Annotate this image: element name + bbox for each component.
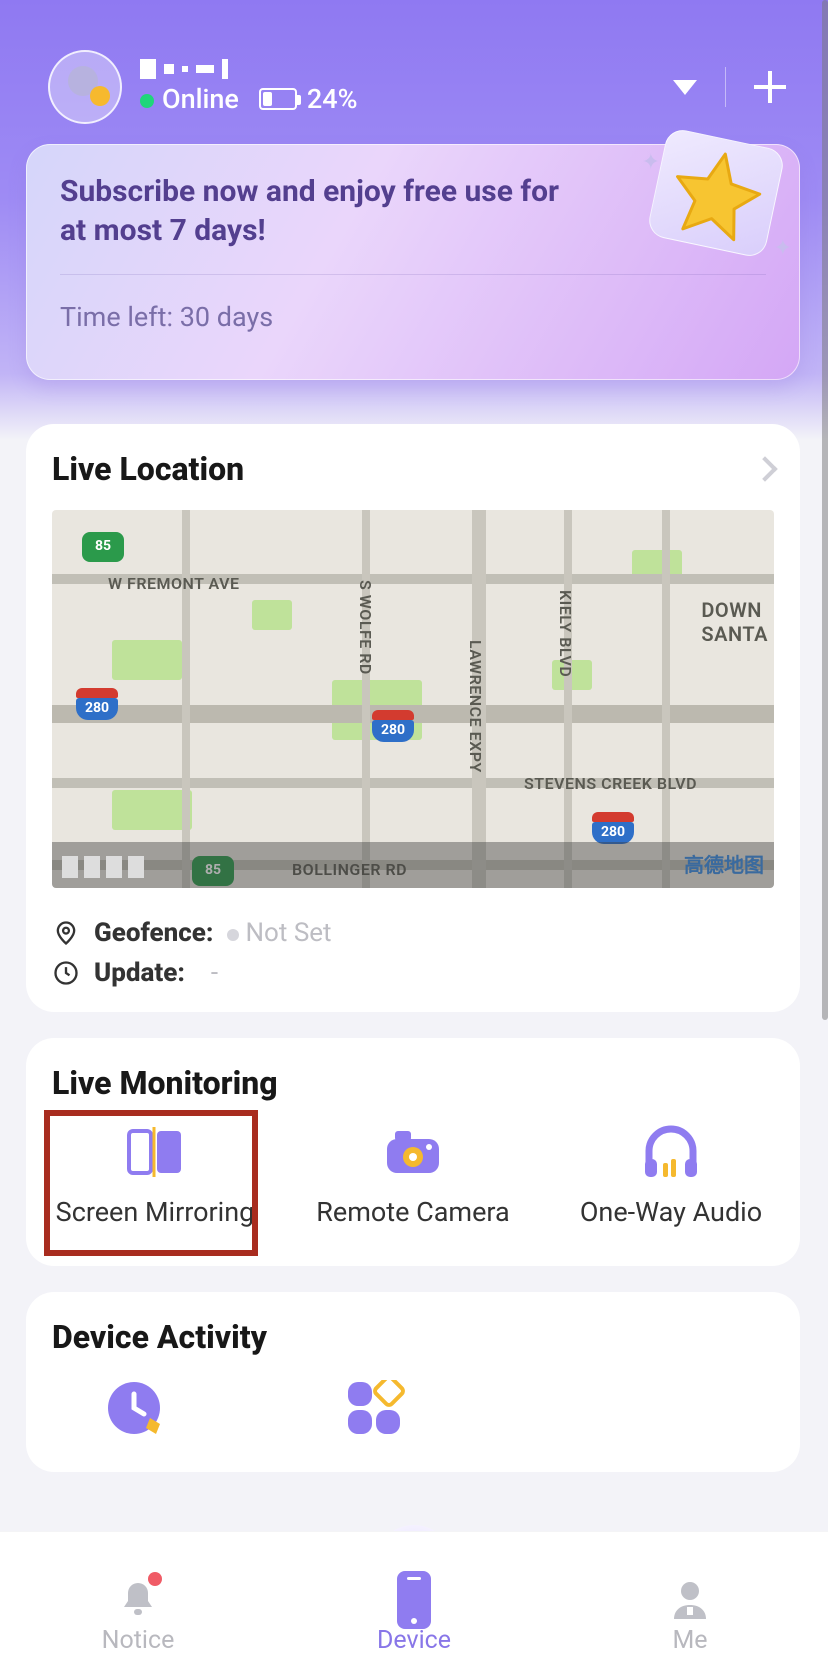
update-row: Update: - <box>52 958 774 988</box>
camera-icon <box>285 1122 540 1182</box>
device-activity-card: Device Activity <box>26 1292 800 1472</box>
status-dot-icon <box>140 94 154 108</box>
battery-status: 24% <box>259 83 358 115</box>
tab-me[interactable]: Me <box>590 1574 790 1655</box>
divider <box>725 67 726 107</box>
top-bar: Online 24% <box>48 50 786 124</box>
app-activity-button[interactable] <box>346 1380 406 1440</box>
screen-time-button[interactable] <box>106 1380 166 1440</box>
star-badge-icon <box>646 127 786 260</box>
device-activity-title: Device Activity <box>26 1318 800 1356</box>
battery-icon <box>259 88 297 110</box>
screen-mirroring-button[interactable]: Screen Mirroring <box>27 1122 282 1228</box>
promo-time-left: Time left: 30 days <box>60 301 766 333</box>
clock-icon <box>52 959 80 987</box>
sparkle-icon: ✦ <box>774 236 792 261</box>
remote-camera-button[interactable]: Remote Camera <box>285 1122 540 1228</box>
route-shield-icon: 280 <box>592 812 634 842</box>
chevron-right-icon[interactable] <box>752 456 777 481</box>
subscription-promo-card[interactable]: Subscribe now and enjoy free use for at … <box>26 144 800 380</box>
route-shield-icon: 280 <box>372 710 414 740</box>
tab-notice[interactable]: Notice <box>38 1574 238 1655</box>
notification-badge <box>148 1572 162 1586</box>
bottom-tab-bar: Notice Device Me <box>0 1531 828 1671</box>
geofence-pin-icon <box>52 919 80 947</box>
map-street-label: W FREMONT AVE <box>108 574 240 593</box>
online-status: Online <box>140 83 239 115</box>
device-selector-dropdown-icon[interactable] <box>673 80 697 95</box>
route-shield-icon: 85 <box>82 532 124 562</box>
scrollbar[interactable] <box>822 0 828 1020</box>
map-street-label: STEVENS CREEK BLVD <box>524 774 697 793</box>
profile-avatar[interactable] <box>48 50 122 124</box>
tab-device[interactable]: Device <box>314 1574 514 1655</box>
map-street-label: S WOLFE RD <box>356 580 375 675</box>
geofence-row[interactable]: Geofence: Not Set <box>52 918 774 948</box>
device-name <box>140 59 357 79</box>
live-monitoring-title: Live Monitoring <box>26 1064 800 1102</box>
apps-grid-icon <box>346 1380 406 1434</box>
person-icon <box>671 1579 709 1621</box>
screen-mirroring-icon <box>27 1122 282 1182</box>
route-shield-icon: 280 <box>76 688 118 718</box>
map-provider-logo: 高德地图 <box>684 849 764 878</box>
head�hones-icon <box>543 1122 798 1182</box>
map-attribution-pixelated <box>62 856 144 878</box>
map-street-label: LAWRENCE EXPY <box>466 640 485 773</box>
live-location-card: Live Location W FREMONT AVE S WOLFE RD L… <box>26 424 800 1012</box>
sparkle-icon: ✦ <box>642 150 660 175</box>
add-device-icon[interactable] <box>754 71 786 103</box>
live-location-title: Live Location <box>52 450 244 488</box>
promo-title: Subscribe now and enjoy free use for at … <box>60 172 580 250</box>
screen-time-icon <box>106 1380 166 1436</box>
map-view[interactable]: W FREMONT AVE S WOLFE RD LAWRENCE EXPY K… <box>52 510 774 888</box>
map-footer-overlay <box>52 842 774 888</box>
map-city-label: DOWN SANTA <box>701 598 768 646</box>
map-street-label: KIELY BLVD <box>556 590 575 677</box>
phone-icon <box>397 1571 431 1629</box>
one-way-audio-button[interactable]: One-Way Audio <box>543 1122 798 1228</box>
live-monitoring-card: Live Monitoring Screen Mirroring Remote … <box>26 1038 800 1266</box>
